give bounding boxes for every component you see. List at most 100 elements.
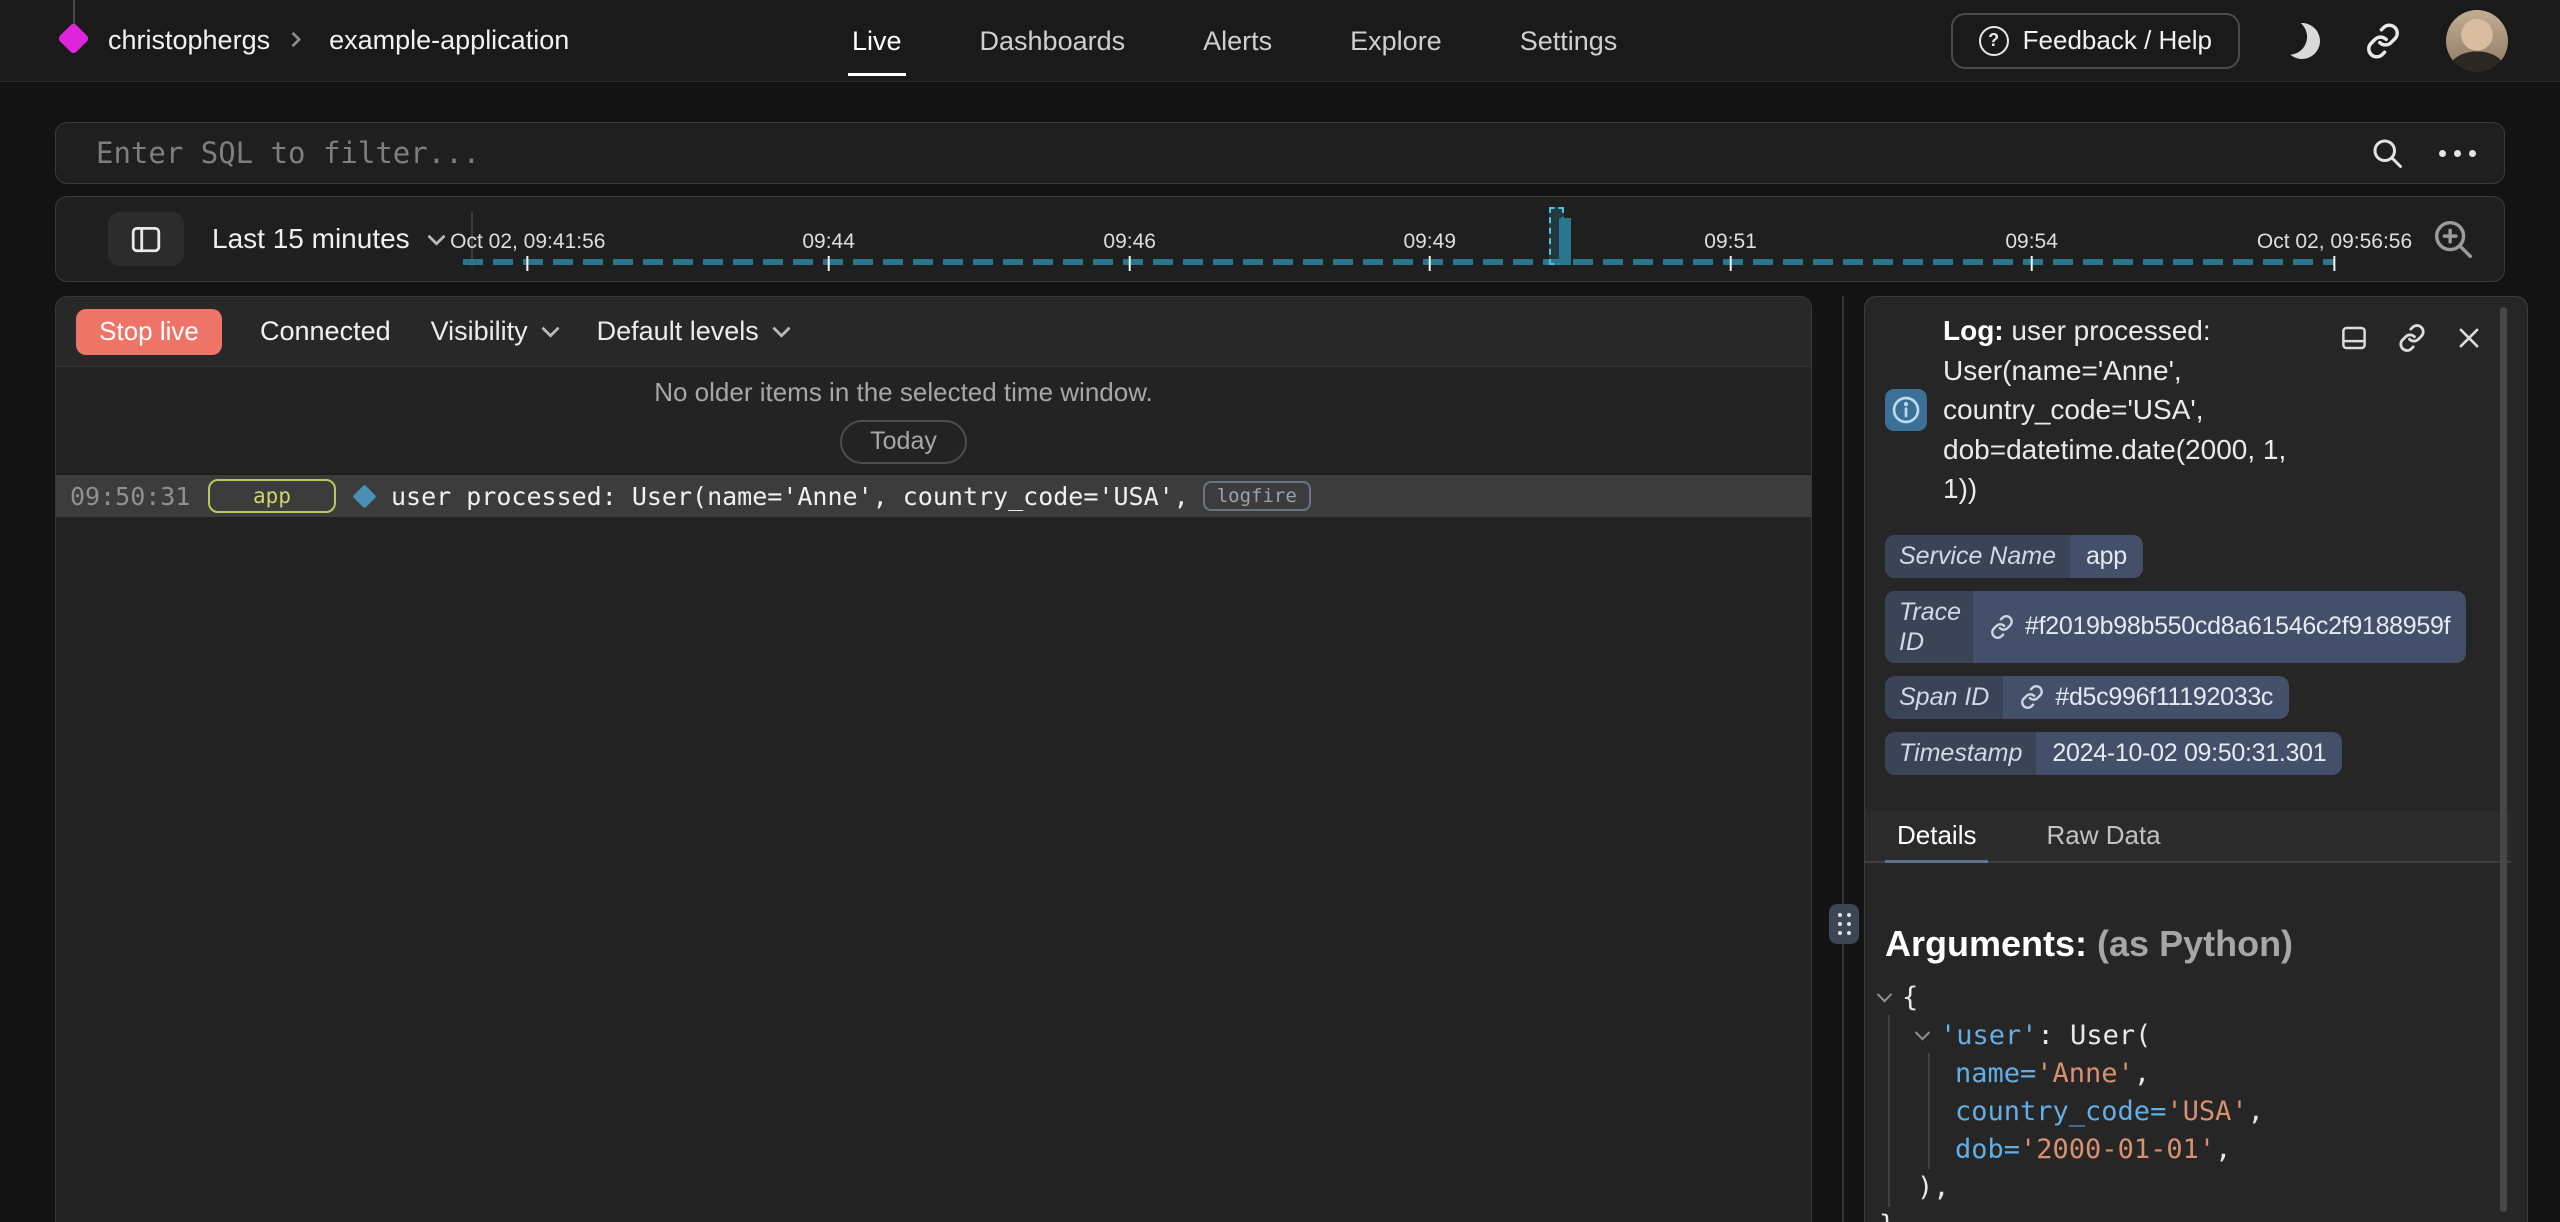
attribute-pill[interactable]: Span ID #d5c996f11192033c <box>1885 676 2289 719</box>
timeline-event-spike <box>1549 205 1575 265</box>
attribute-pills: Service Name app Trace ID <box>1865 535 2527 775</box>
link-icon <box>2397 323 2427 353</box>
code-line: ), <box>1879 1169 2527 1207</box>
nav-tab[interactable]: Explore <box>1350 0 1442 82</box>
log-row[interactable]: 09:50:31 app user processed: User(name='… <box>56 475 1811 517</box>
time-range-bar: Last 15 minutes Oct 02, 09:41:56 09:44 <box>55 196 2505 282</box>
attribute-pill[interactable]: Trace ID #f2019b98b550cd8a61546c2f918895… <box>1885 591 2466 663</box>
moon-icon <box>2279 18 2324 63</box>
code-line: } <box>1879 1207 2527 1222</box>
today-button[interactable]: Today <box>840 420 967 464</box>
timeline-tick: Oct 02, 09:56:56 <box>2257 230 2412 271</box>
nav-tab[interactable]: Alerts <box>1203 0 1272 82</box>
attribute-label: Span ID <box>1885 676 2003 719</box>
log-title: Log: user processed: User(name='Anne',co… <box>1943 311 2355 509</box>
logfire-app: christophergs example-application Live Da… <box>0 0 2560 1222</box>
service-chip[interactable]: app <box>208 479 336 513</box>
timeline-tick: 09:49 <box>1403 230 1456 271</box>
top-nav: christophergs example-application Live Da… <box>0 0 2560 82</box>
log-title-line: 1)) <box>1943 469 2355 509</box>
code-line: 'user': User( <box>1879 1017 2527 1055</box>
nav-tab[interactable]: Dashboards <box>980 0 1126 82</box>
timeline-tick: 09:54 <box>2005 230 2058 271</box>
attribute-value: 2024-10-02 09:50:31.301 <box>2036 732 2342 775</box>
close-panel-button[interactable] <box>2455 323 2483 353</box>
info-icon <box>1890 394 1922 426</box>
copy-link-button[interactable] <box>2397 323 2427 353</box>
link-icon <box>1989 614 2015 640</box>
detail-tabs: Details Raw Data <box>1865 811 2511 863</box>
close-icon <box>2455 324 2483 352</box>
attribute-pill[interactable]: Timestamp 2024-10-02 09:50:31.301 <box>1885 732 2342 775</box>
empty-state: No older items in the selected time wind… <box>56 367 1811 475</box>
expand-chevron-icon[interactable] <box>1915 1025 1931 1041</box>
log-title-line: dob=datetime.date(2000, 1, <box>1943 430 2355 470</box>
indent-guide <box>1928 1053 1930 1169</box>
scrollbar-thumb[interactable] <box>2500 307 2507 1212</box>
panel-divider <box>1842 296 1844 1222</box>
breadcrumb-separator-icon <box>286 32 302 48</box>
log-message: user processed: User(name='Anne', countr… <box>391 482 1189 511</box>
chevron-down-icon <box>427 227 445 245</box>
stop-live-button[interactable]: Stop live <box>76 309 222 355</box>
arguments-python-tree[interactable]: {'user': User(name='Anne',country_code='… <box>1879 979 2527 1222</box>
nav-tab[interactable]: Settings <box>1520 0 1618 82</box>
breadcrumb-org[interactable]: christophergs <box>108 25 270 56</box>
default-levels-dropdown[interactable]: Default levels <box>597 316 788 347</box>
time-range-select[interactable]: Last 15 minutes <box>212 223 443 255</box>
timeline-tick: 09:51 <box>1704 230 1757 271</box>
scope-chip[interactable]: logfire <box>1203 481 1311 511</box>
question-icon: ? <box>1979 26 2009 56</box>
sql-filter-bar <box>55 122 2505 184</box>
attribute-value: app <box>2070 535 2143 578</box>
sql-filter-input[interactable] <box>96 136 2369 170</box>
user-avatar[interactable] <box>2446 10 2508 72</box>
attribute-label: Trace ID <box>1885 591 1973 663</box>
timeline-tick: 09:44 <box>802 230 855 271</box>
expand-chevron-icon[interactable] <box>1877 987 1893 1003</box>
live-log-panel: Stop live Connected Visibility Default l… <box>55 296 1812 1222</box>
detail-tab[interactable]: Details <box>1885 811 1988 861</box>
feedback-help-button[interactable]: ? Feedback / Help <box>1951 13 2240 69</box>
theme-toggle-button[interactable] <box>2284 23 2320 59</box>
timeline-histogram-bar <box>1559 218 1571 265</box>
empty-message: No older items in the selected time wind… <box>654 377 1153 408</box>
log-title-line: country_code='USA', <box>1943 390 2355 430</box>
info-level-icon <box>1885 389 1927 431</box>
more-options-icon[interactable] <box>2439 150 2476 157</box>
log-detail-panel: Log: user processed: User(name='Anne',co… <box>1864 296 2528 1222</box>
dock-bottom-icon <box>2339 323 2369 353</box>
logfire-logo-icon[interactable] <box>52 0 96 82</box>
panel-resize-handle[interactable] <box>1829 904 1859 944</box>
timeline[interactable]: Oct 02, 09:41:56 09:44 09:46 09:49 09:51 <box>451 197 2499 281</box>
log-title-line: Log: user processed: <box>1943 311 2355 351</box>
detail-actions <box>2339 323 2483 353</box>
chevron-down-icon <box>541 319 559 337</box>
share-link-button[interactable] <box>2364 22 2402 60</box>
breadcrumb: christophergs example-application <box>52 0 569 82</box>
code-line: { <box>1879 979 2527 1017</box>
nav-tab[interactable]: Live <box>852 0 902 82</box>
nav-right: ? Feedback / Help <box>1951 10 2560 72</box>
search-icon[interactable] <box>2369 135 2405 171</box>
sidebar-toggle-button[interactable] <box>108 212 184 266</box>
visibility-dropdown[interactable]: Visibility <box>431 316 557 347</box>
breadcrumb-project[interactable]: example-application <box>329 25 569 56</box>
panel-left-icon <box>130 223 162 255</box>
detail-tab[interactable]: Raw Data <box>2034 811 2172 861</box>
log-level-diamond-icon <box>352 484 376 508</box>
attribute-value: #f2019b98b550cd8a61546c2f9188959f <box>1973 591 2466 663</box>
attribute-label: Service Name <box>1885 535 2070 578</box>
timeline-tick: Oct 02, 09:41:56 <box>450 230 605 271</box>
log-title-line: User(name='Anne', <box>1943 351 2355 391</box>
connection-status: Connected <box>260 316 391 347</box>
dock-panel-button[interactable] <box>2339 323 2369 353</box>
code-line: dob='2000-01-01', <box>1879 1131 2527 1169</box>
link-icon <box>2019 684 2045 710</box>
timeline-zoom-button[interactable] <box>2430 216 2476 262</box>
code-line: country_code='USA', <box>1879 1093 2527 1131</box>
attribute-label: Timestamp <box>1885 732 2036 775</box>
zoom-in-icon <box>2430 216 2476 262</box>
attribute-value: #d5c996f11192033c <box>2003 676 2289 719</box>
attribute-pill[interactable]: Service Name app <box>1885 535 2143 578</box>
